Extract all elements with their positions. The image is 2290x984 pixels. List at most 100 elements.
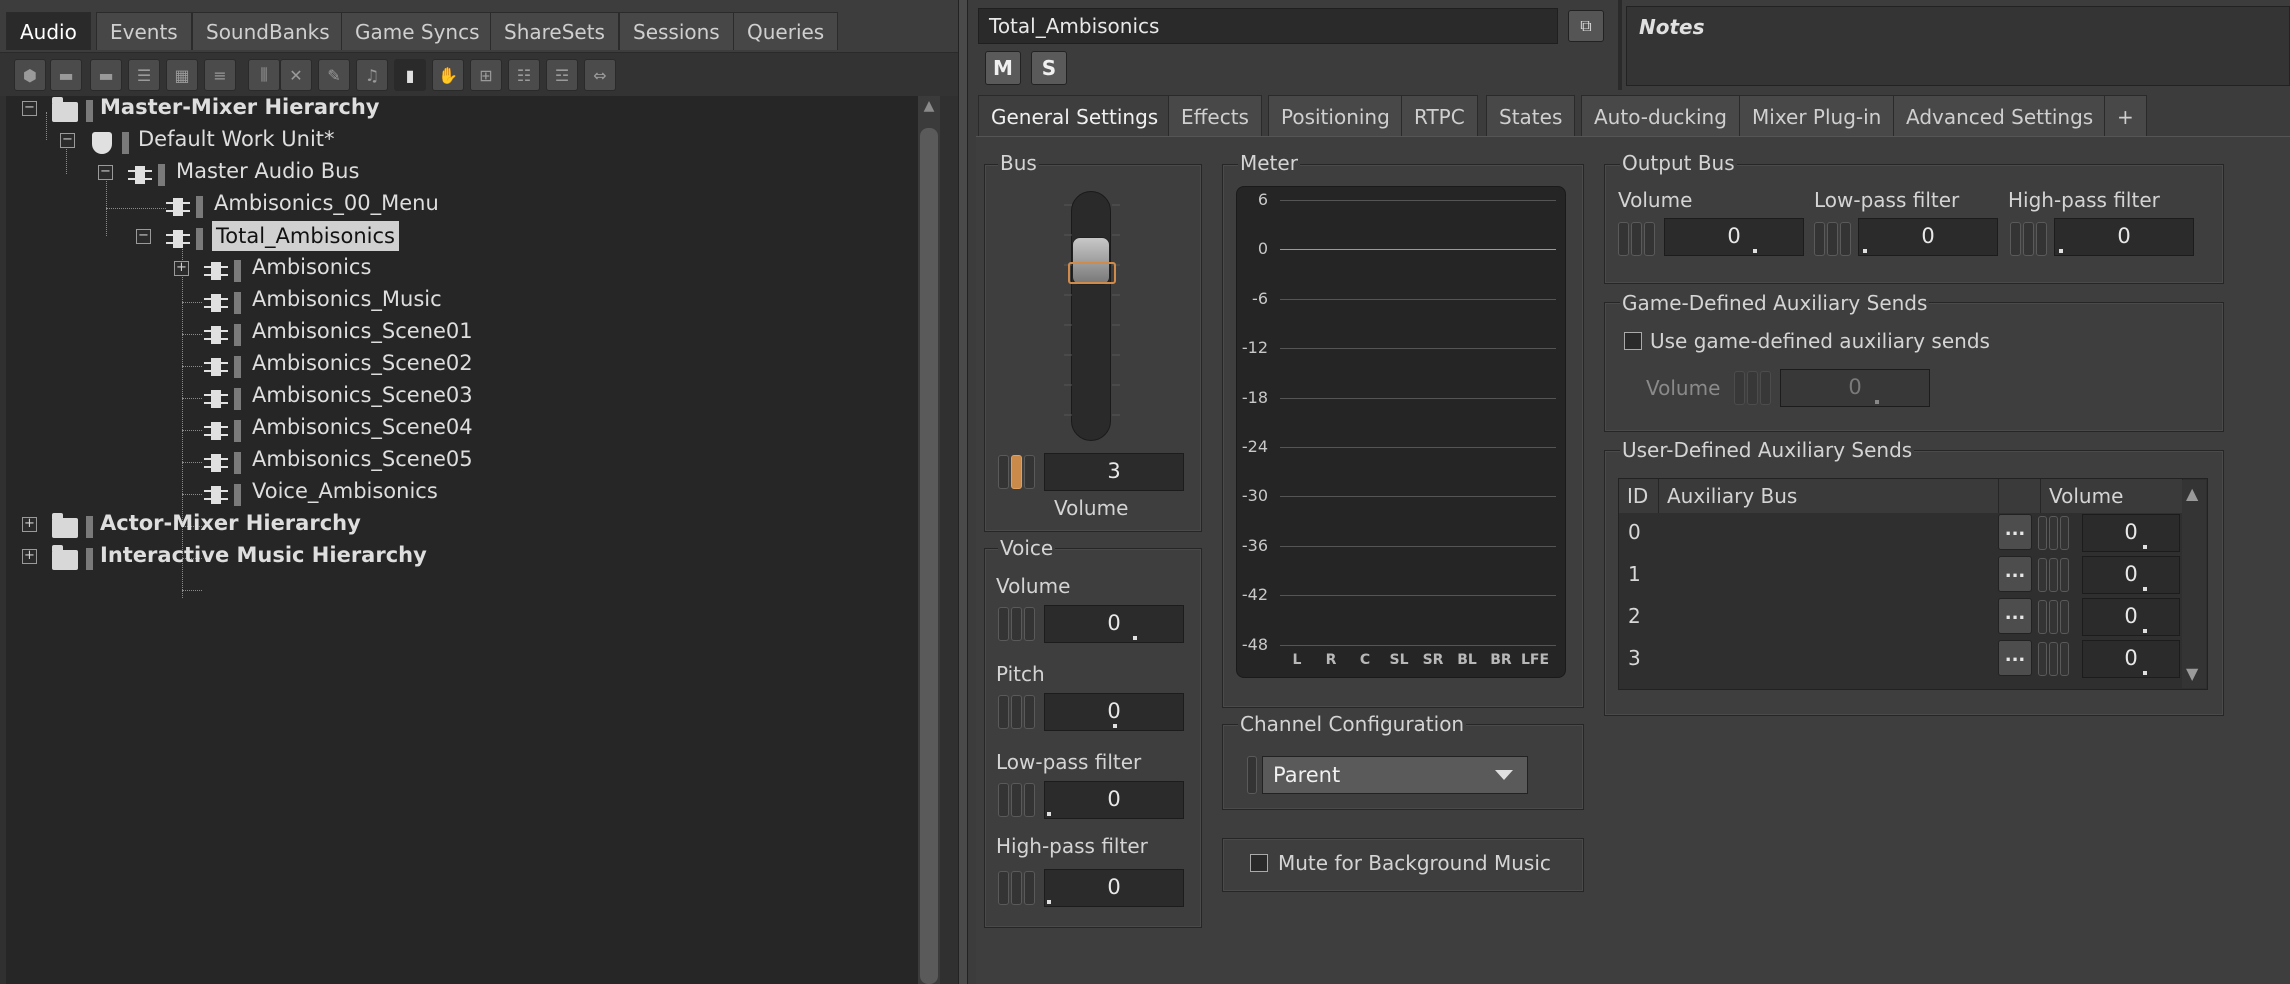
folder-icon[interactable]: ▬ [90,59,122,91]
pane-splitter[interactable] [958,0,968,984]
tab-sessions[interactable]: Sessions [619,12,734,50]
scroll-up-icon[interactable]: ▲ [2186,484,2198,503]
table-row[interactable]: 3... 0 [1618,638,2182,680]
work-unit-icon[interactable]: ⬢ [14,59,46,91]
browse-aux-bus-button[interactable]: ... [1998,598,2032,634]
object-name-field[interactable]: Total_Ambisonics [978,8,1558,44]
solo-button[interactable]: S [1031,51,1067,85]
voice-volume-field[interactable]: 0 [1044,605,1184,643]
link-unlink-icon[interactable] [2038,598,2072,636]
link-unlink-icon[interactable] [2038,514,2072,552]
output-lpf-field[interactable]: 0 [1858,218,1998,256]
bus-volume-field[interactable]: 3 [1044,453,1184,491]
mute-button[interactable]: M [985,51,1021,85]
tree-item-ambisonics-scene04[interactable]: Ambisonics_Scene04 [252,411,473,443]
tree-item-actor-mixer[interactable]: Actor-Mixer Hierarchy [100,507,361,539]
sequence-icon[interactable]: ⫼ [248,59,280,91]
tab-audio[interactable]: Audio [6,12,91,50]
scroll-up-icon[interactable]: ▲ [918,98,940,118]
link-unlink-icon[interactable] [2038,640,2072,678]
expand-icon[interactable]: + [22,517,37,532]
browse-aux-bus-button[interactable]: ... [1998,640,2032,676]
aux-table-scrollbar[interactable] [2182,480,2206,688]
channel-config-dropdown[interactable]: Parent [1262,756,1528,794]
table-row[interactable]: 0... 0 [1618,512,2182,554]
tree-item-voice-ambisonics[interactable]: Voice_Ambisonics [252,475,438,507]
bus-icon[interactable]: ▮ [394,59,426,91]
grid-icon[interactable]: ▦ [166,59,198,91]
tree-item-ambisonics[interactable]: Ambisonics [252,251,371,283]
playlist-icon[interactable]: ☷ [508,59,540,91]
link-unlink-icon[interactable] [1814,220,1854,258]
tree-item-master-mixer[interactable]: Master-Mixer Hierarchy [100,91,379,123]
aux-row-volume-field[interactable]: 0 [2082,598,2180,636]
tab-game-syncs[interactable]: Game Syncs [341,12,494,50]
table-row[interactable]: 2... 0 [1618,596,2182,638]
link-unlink-icon[interactable] [1618,220,1658,258]
tab-mixer-plugin[interactable]: Mixer Plug-in [1739,95,1895,137]
column-header-id[interactable]: ID [1619,479,1659,513]
collapse-icon[interactable]: − [22,101,37,116]
expand-icon[interactable]: + [22,549,37,564]
list-icon[interactable]: ≡ [204,59,236,91]
tab-general-settings[interactable]: General Settings [978,95,1172,137]
collapse-icon[interactable]: − [98,165,113,180]
collapse-icon[interactable]: − [60,133,75,148]
mute-bg-checkbox[interactable] [1250,854,1268,872]
aux-row-volume-field[interactable]: 0 [2082,640,2180,678]
tab-states[interactable]: States [1486,95,1576,137]
add-tab-button[interactable]: + [2104,95,2147,137]
aux-row-volume-field[interactable]: 0 [2082,556,2180,594]
voice-lpf-field[interactable]: 0 [1044,781,1184,819]
tree-item-ambisonics-music[interactable]: Ambisonics_Music [252,283,442,315]
tree-item-total-ambisonics[interactable]: Total_Ambisonics [212,221,399,251]
tree-item-default-work-unit[interactable]: Default Work Unit* [138,123,335,155]
tree-item-ambisonics-scene02[interactable]: Ambisonics_Scene02 [252,347,473,379]
music-icon[interactable]: ♫ [356,59,388,91]
game-aux-checkbox[interactable] [1624,332,1642,350]
tab-soundbanks[interactable]: SoundBanks [192,12,344,50]
tab-auto-ducking[interactable]: Auto-ducking [1581,95,1740,137]
tree-item-ambisonics-scene05[interactable]: Ambisonics_Scene05 [252,443,473,475]
tree-item-master-audio-bus[interactable]: Master Audio Bus [176,155,359,187]
browse-aux-bus-button[interactable]: ... [1998,514,2032,550]
link-unlink-icon[interactable] [998,453,1038,491]
track-icon[interactable]: ⇔ [584,59,616,91]
tab-sharesets[interactable]: ShareSets [490,12,619,50]
scrollbar-thumb[interactable] [920,128,938,984]
column-header-aux-bus[interactable]: Auxiliary Bus [1659,479,1999,513]
link-unlink-icon[interactable] [998,693,1038,731]
expand-icon[interactable]: + [174,261,189,276]
random-icon[interactable]: ✕ [280,59,312,91]
notes-panel[interactable]: Notes [1626,6,2290,86]
tab-effects[interactable]: Effects [1168,95,1262,137]
tab-events[interactable]: Events [96,12,192,50]
link-unlink-icon[interactable] [998,869,1038,907]
tree-item-ambisonics-scene01[interactable]: Ambisonics_Scene01 [252,315,473,347]
segment-icon[interactable]: ☲ [546,59,578,91]
float-window-icon[interactable]: ⧉ [1568,10,1604,42]
blend-icon[interactable]: ✎ [318,59,350,91]
tab-queries[interactable]: Queries [733,12,839,50]
chevron-down-icon[interactable] [1495,770,1513,780]
tab-advanced-settings[interactable]: Advanced Settings [1893,95,2107,137]
link-unlink-icon[interactable] [2010,220,2050,258]
link-unlink-icon[interactable] [1247,756,1257,794]
collapse-icon[interactable]: − [136,229,151,244]
tab-rtpc[interactable]: RTPC [1401,95,1478,137]
scroll-down-icon[interactable]: ▼ [2186,664,2198,683]
voice-pitch-field[interactable]: 0 [1044,693,1184,731]
actor-mixer-icon[interactable]: ☰ [128,59,160,91]
tree-item-ambisonics-scene03[interactable]: Ambisonics_Scene03 [252,379,473,411]
tree-item-ambisonics-00-menu[interactable]: Ambisonics_00_Menu [214,187,439,219]
tree-item-interactive-music[interactable]: Interactive Music Hierarchy [100,539,427,571]
browse-aux-bus-button[interactable]: ... [1998,556,2032,592]
table-row[interactable]: 1... 0 [1618,554,2182,596]
tab-positioning[interactable]: Positioning [1268,95,1403,137]
link-unlink-icon[interactable] [998,781,1038,819]
folder-icon[interactable]: ▬ [50,59,82,91]
aux-row-volume-field[interactable]: 0 [2082,514,2180,552]
column-header-volume[interactable]: Volume [2041,479,2183,513]
switch-icon[interactable]: ⊞ [470,59,502,91]
aux-bus-icon[interactable]: ✋ [432,59,464,91]
